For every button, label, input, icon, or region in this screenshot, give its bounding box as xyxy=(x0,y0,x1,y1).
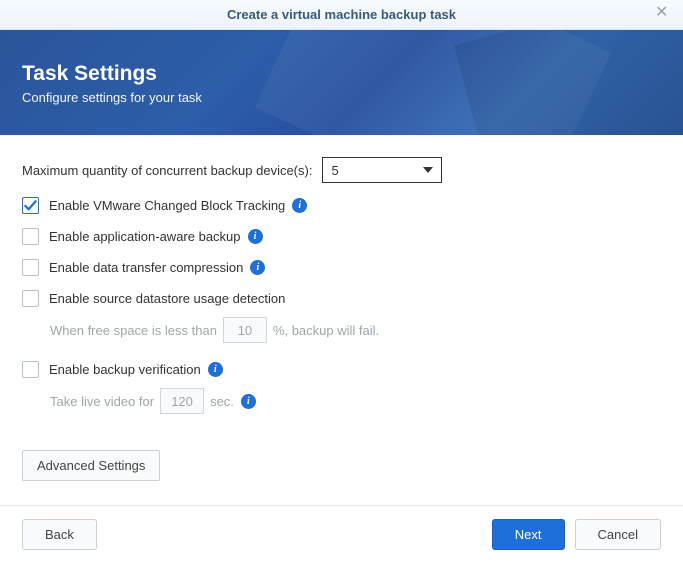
info-icon[interactable]: i xyxy=(208,362,223,377)
titlebar: Create a virtual machine backup task ✕ xyxy=(0,0,683,30)
compression-row: Enable data transfer compression i xyxy=(22,259,661,276)
cancel-button[interactable]: Cancel xyxy=(575,519,661,550)
appaware-row: Enable application-aware backup i xyxy=(22,228,661,245)
banner-subheading: Configure settings for your task xyxy=(22,90,661,105)
freespace-row: When free space is less than %, backup w… xyxy=(22,317,661,343)
check-icon xyxy=(23,198,38,213)
info-icon[interactable]: i xyxy=(241,394,256,409)
livevideo-prefix: Take live video for xyxy=(50,394,154,409)
livevideo-row: Take live video for sec. i xyxy=(22,388,661,414)
appaware-checkbox[interactable] xyxy=(22,228,39,245)
back-button[interactable]: Back xyxy=(22,519,97,550)
max-concurrent-value: 5 xyxy=(331,163,338,178)
cbt-checkbox[interactable] xyxy=(22,197,39,214)
banner-heading: Task Settings xyxy=(22,62,661,86)
footer-right: Next Cancel xyxy=(492,519,661,550)
close-icon[interactable]: ✕ xyxy=(655,6,669,20)
verification-row: Enable backup verification i xyxy=(22,361,661,378)
info-icon[interactable]: i xyxy=(248,229,263,244)
livevideo-input xyxy=(160,388,204,414)
compression-checkbox[interactable] xyxy=(22,259,39,276)
datastore-row: Enable source datastore usage detection xyxy=(22,290,661,307)
footer: Back Next Cancel xyxy=(0,505,683,563)
chevron-down-icon xyxy=(423,167,433,173)
freespace-prefix: When free space is less than xyxy=(50,323,217,338)
banner: Task Settings Configure settings for you… xyxy=(0,30,683,135)
verification-label[interactable]: Enable backup verification xyxy=(49,362,201,377)
max-concurrent-row: Maximum quantity of concurrent backup de… xyxy=(22,157,661,183)
verification-checkbox[interactable] xyxy=(22,361,39,378)
next-button[interactable]: Next xyxy=(492,519,565,550)
max-concurrent-label: Maximum quantity of concurrent backup de… xyxy=(22,163,312,178)
info-icon[interactable]: i xyxy=(250,260,265,275)
appaware-label[interactable]: Enable application-aware backup xyxy=(49,229,241,244)
info-icon[interactable]: i xyxy=(292,198,307,213)
cbt-row: Enable VMware Changed Block Tracking i xyxy=(22,197,661,214)
datastore-checkbox[interactable] xyxy=(22,290,39,307)
datastore-label[interactable]: Enable source datastore usage detection xyxy=(49,291,285,306)
compression-label[interactable]: Enable data transfer compression xyxy=(49,260,243,275)
max-concurrent-select[interactable]: 5 xyxy=(322,157,442,183)
form-content: Maximum quantity of concurrent backup de… xyxy=(0,135,683,491)
freespace-suffix: %, backup will fail. xyxy=(273,323,379,338)
cbt-label[interactable]: Enable VMware Changed Block Tracking xyxy=(49,198,285,213)
advanced-settings-button[interactable]: Advanced Settings xyxy=(22,450,160,481)
livevideo-suffix: sec. xyxy=(210,394,234,409)
dialog-title: Create a virtual machine backup task xyxy=(227,7,456,22)
freespace-input xyxy=(223,317,267,343)
